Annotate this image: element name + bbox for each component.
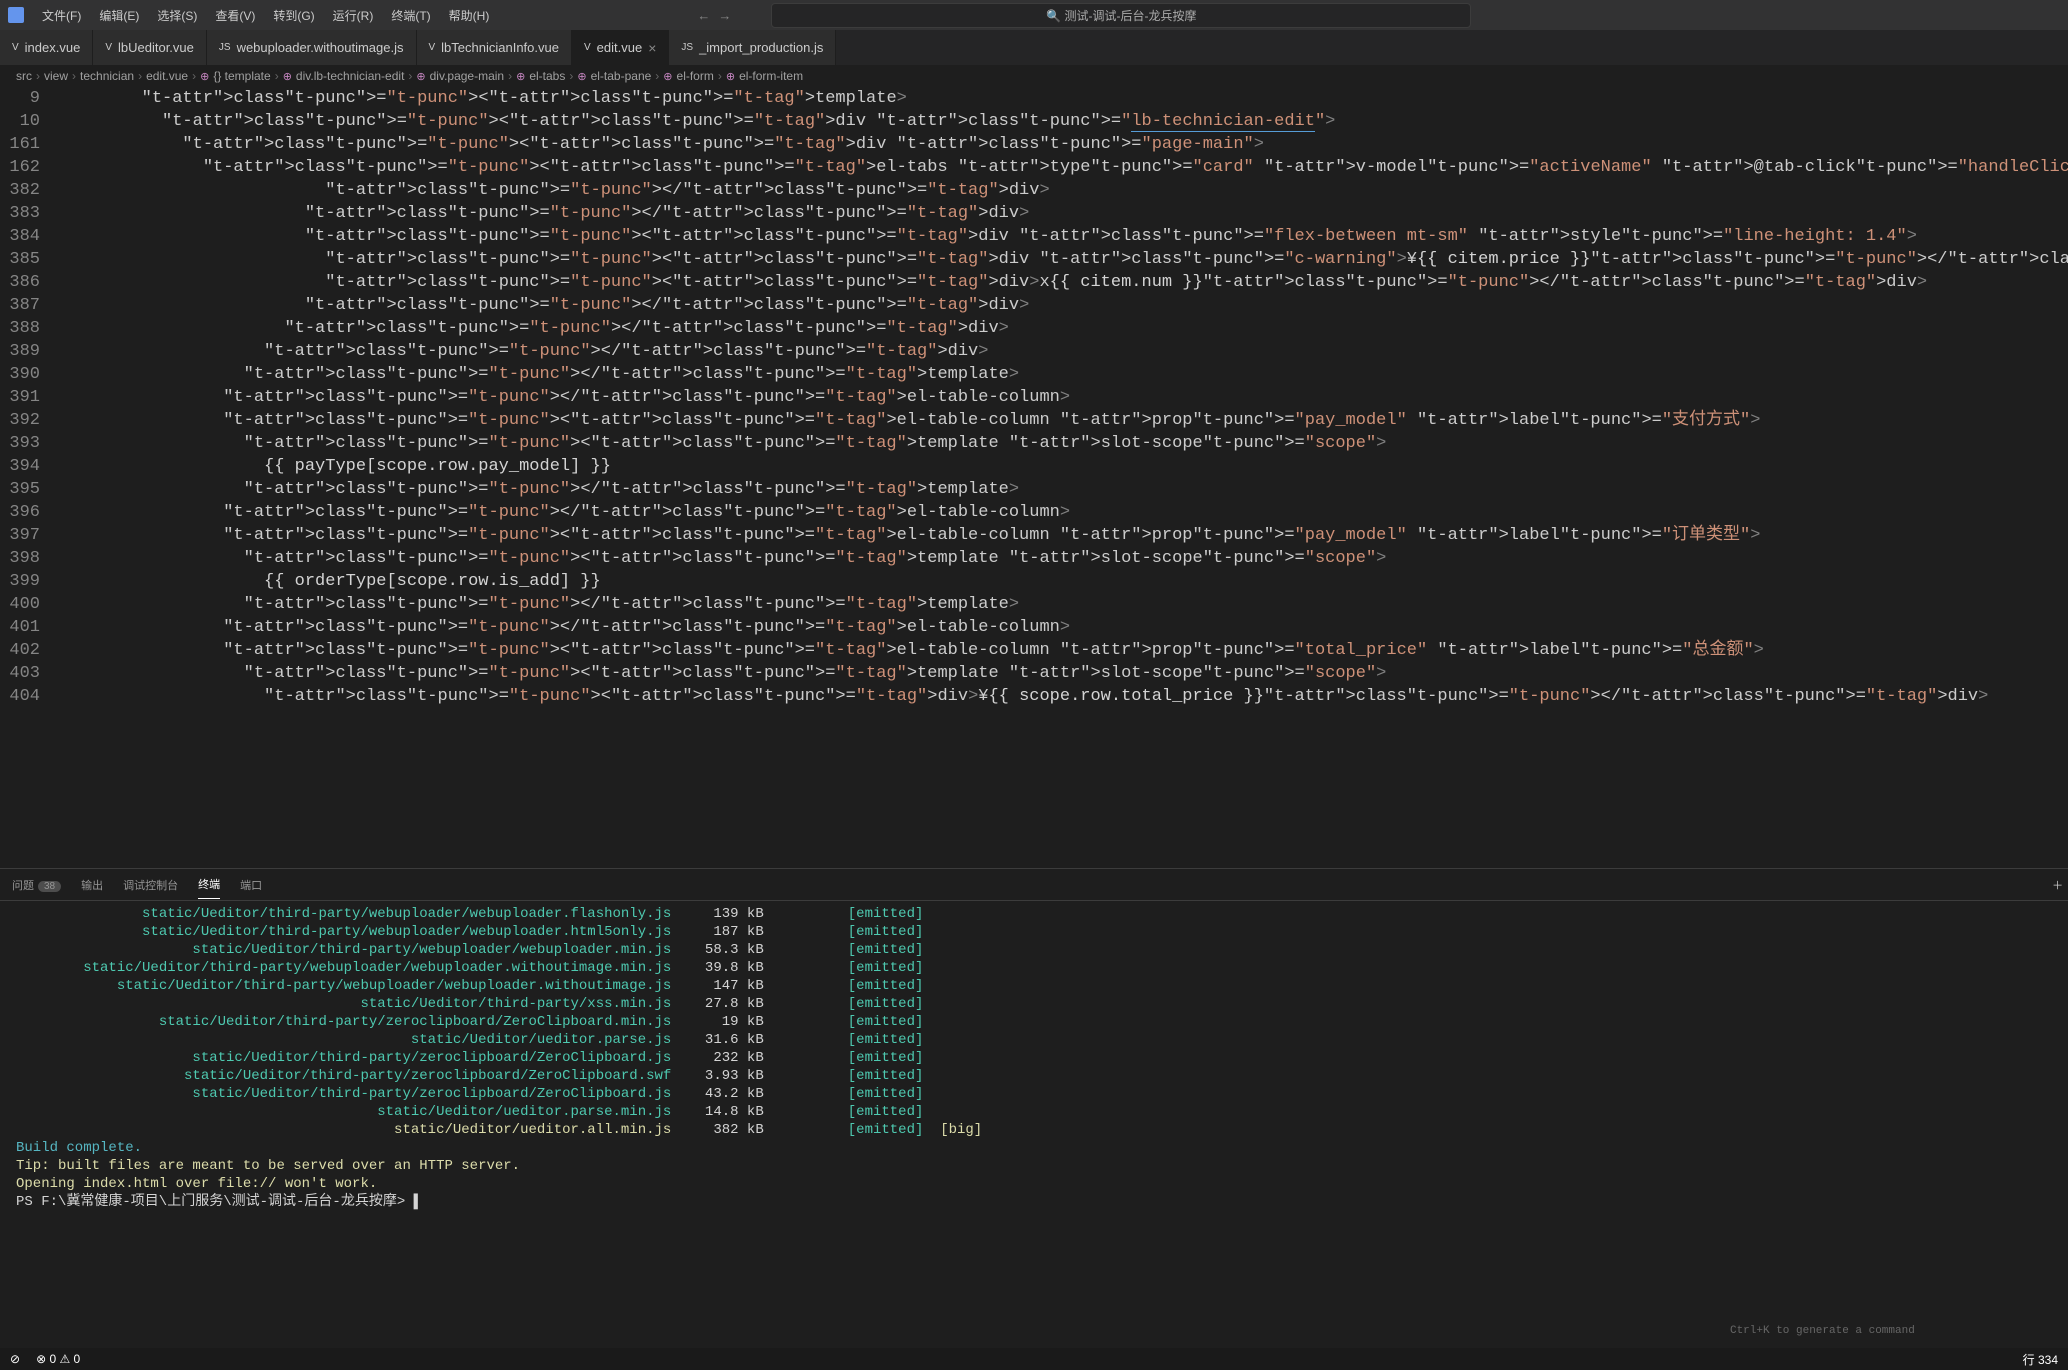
menu-转到(G)[interactable]: 转到(G) [265, 3, 322, 28]
panel-tabs: 问题38输出调试控制台终端端口 ＋ ⌄ ▣ powershell ▯▯ 🗑 ⋯ … [0, 869, 2068, 901]
menu-bar: 文件(F)编辑(E)选择(S)查看(V)转到(G)运行(R)终端(T)帮助(H) [34, 3, 497, 28]
tab-edit.vue[interactable]: Vedit.vue× [572, 30, 669, 65]
menu-运行(R)[interactable]: 运行(R) [325, 3, 382, 28]
vue-icon: V [105, 42, 112, 53]
menu-查看(V)[interactable]: 查看(V) [207, 3, 263, 28]
crumb-edit.vue[interactable]: edit.vue [146, 69, 188, 83]
app-logo [8, 7, 24, 23]
bottom-panel: 问题38输出调试控制台终端端口 ＋ ⌄ ▣ powershell ▯▯ 🗑 ⋯ … [0, 868, 2068, 1348]
panel-tab-输出[interactable]: 输出 [81, 871, 103, 899]
remote-icon[interactable]: ⊘ [10, 1352, 20, 1366]
crumb-view[interactable]: view [44, 69, 68, 83]
crumb-technician[interactable]: technician [80, 69, 134, 83]
plus-icon[interactable]: ＋ [2052, 877, 2063, 893]
crumb-el-form[interactable]: el-form [677, 69, 714, 83]
panel-tab-调试控制台[interactable]: 调试控制台 [123, 871, 178, 899]
problems-badge: 38 [38, 881, 61, 892]
menu-文件(F)[interactable]: 文件(F) [34, 3, 89, 28]
tab-lbTechnicianInfo.vue[interactable]: VlbTechnicianInfo.vue [417, 30, 572, 65]
close-icon[interactable]: × [648, 40, 656, 56]
tab-webuploader.withoutimage.js[interactable]: JSwebuploader.withoutimage.js [207, 30, 417, 65]
tab-index.vue[interactable]: Vindex.vue [0, 30, 93, 65]
nav-arrows[interactable]: ←→ [697, 8, 731, 23]
command-center-search[interactable]: 🔍 测试-调试-后台-龙兵按摩 [771, 3, 1471, 28]
js-icon: JS [219, 42, 231, 53]
line-gutter: 9101611623823833843853863873883893903913… [0, 87, 60, 868]
crumb-div.lb-technician-edit[interactable]: div.lb-technician-edit [296, 69, 405, 83]
panel-tab-端口[interactable]: 端口 [240, 871, 262, 899]
panel-tab-问题[interactable]: 问题38 [12, 871, 61, 899]
ln-col[interactable]: 行 334 [2023, 1351, 2058, 1368]
menu-编辑(E)[interactable]: 编辑(E) [91, 3, 147, 28]
terminal[interactable]: static/Ueditor/third-party/webuploader/w… [0, 901, 2068, 1348]
editor-tabs: Vindex.vueVlbUeditor.vueJSwebuploader.wi… [0, 30, 2068, 65]
crumb-el-form-item[interactable]: el-form-item [739, 69, 803, 83]
vue-icon: V [12, 42, 19, 53]
js-icon: JS [681, 42, 693, 53]
status-bar[interactable]: ⊘ ⊗ 0 ⚠ 0 行 334 [0, 1348, 2068, 1370]
menu-选择(S)[interactable]: 选择(S) [149, 3, 205, 28]
tab-_import_production.js[interactable]: JS_import_production.js [669, 30, 836, 65]
crumb-el-tab-pane[interactable]: el-tab-pane [591, 69, 652, 83]
crumb-el-tabs[interactable]: el-tabs [529, 69, 565, 83]
code-editor[interactable]: 9101611623823833843853863873883893903913… [0, 87, 2068, 868]
ai-hint: Ctrl+K to generate a command [1730, 1322, 1915, 1340]
vue-icon: V [584, 42, 591, 53]
panel-tab-终端[interactable]: 终端 [198, 870, 220, 899]
editor-area: Vindex.vueVlbUeditor.vueJSwebuploader.wi… [0, 30, 2068, 1348]
tab-lbUeditor.vue[interactable]: VlbUeditor.vue [93, 30, 207, 65]
code-content[interactable]: "t-attr">class"t-punc">="t-punc"><"t-att… [60, 87, 2068, 868]
breadcrumb[interactable]: src›view›technician›edit.vue›⊕{} templat… [0, 65, 2068, 87]
menu-帮助(H)[interactable]: 帮助(H) [441, 3, 498, 28]
crumb-{} template[interactable]: {} template [213, 69, 270, 83]
vue-icon: V [429, 42, 436, 53]
crumb-src[interactable]: src [16, 69, 32, 83]
titlebar[interactable]: 文件(F)编辑(E)选择(S)查看(V)转到(G)运行(R)终端(T)帮助(H)… [0, 0, 2068, 30]
crumb-div.page-main[interactable]: div.page-main [430, 69, 504, 83]
menu-终端(T)[interactable]: 终端(T) [383, 3, 438, 28]
errors-warnings[interactable]: ⊗ 0 ⚠ 0 [36, 1352, 80, 1366]
